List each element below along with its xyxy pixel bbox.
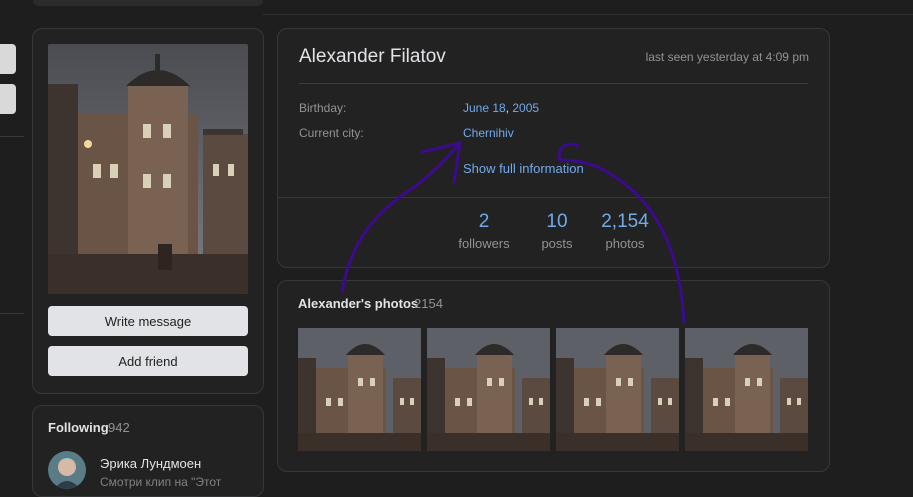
write-message-button[interactable]: Write message [48,306,248,336]
profile-avatar-card: Write message Add friend [32,28,264,394]
birthday-value: June 18, 2005 [463,101,539,115]
side-menu-item[interactable] [0,44,16,74]
show-full-info-link[interactable]: Show full information [463,161,584,176]
friend-status: Смотри клип на "Этот [100,475,222,489]
avatar[interactable] [48,451,86,489]
photo-thumbnail[interactable] [427,328,550,451]
following-title[interactable]: Following [48,420,109,435]
side-menu-item[interactable] [0,84,16,114]
profile-info-card: Alexander Filatov last seen yesterday at… [277,28,830,268]
photos-title[interactable]: Alexander's photos [298,296,418,311]
stat-photos[interactable]: 2,154 photos [580,211,670,251]
birthday-year-link[interactable]: 2005 [512,101,539,115]
side-divider [0,313,24,314]
side-divider [0,136,24,137]
photo-thumbnail[interactable] [556,328,679,451]
birthday-day-link[interactable]: June 18 [463,101,506,115]
photo-thumbnail[interactable] [685,328,808,451]
city-link[interactable]: Chernihiv [463,126,514,140]
add-friend-button[interactable]: Add friend [48,346,248,376]
following-card: Following 942 Эрика Лундмоен Смотри клип… [32,405,264,497]
following-count: 942 [108,420,130,435]
stat-value: 2,154 [601,211,649,232]
photos-card: Alexander's photos 2154 [277,280,830,472]
page-title: Alexander Filatov [299,46,446,67]
header-divider [263,14,913,15]
friend-name[interactable]: Эрика Лундмоен [100,456,201,471]
profile-photo[interactable] [48,44,248,294]
top-bar-fragment [33,0,263,6]
divider [278,197,829,198]
stat-label: photos [605,236,645,251]
city-label: Current city: [299,126,364,140]
photo-thumbnail[interactable] [298,328,421,451]
photos-count: 2154 [414,296,443,311]
last-seen-status: last seen yesterday at 4:09 pm [645,50,809,64]
birthday-label: Birthday: [299,101,347,115]
divider [299,83,808,84]
